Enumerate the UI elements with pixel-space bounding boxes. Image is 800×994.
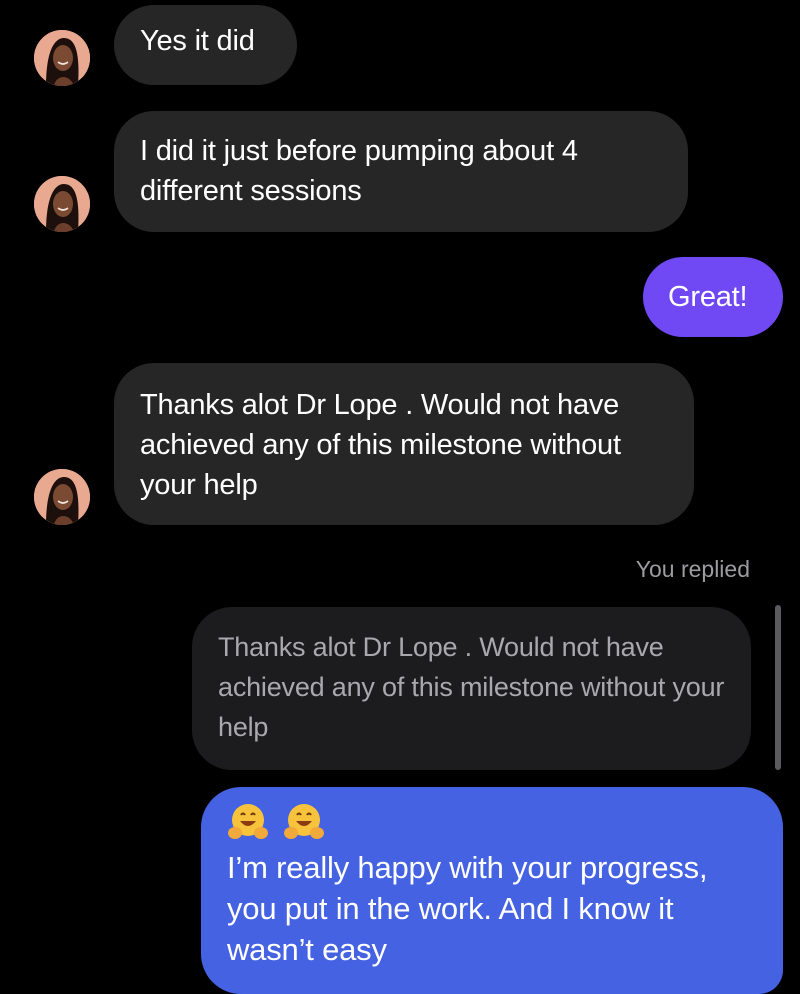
message-text: Yes it did <box>140 25 255 57</box>
profile-photo-icon <box>34 176 90 232</box>
profile-photo-icon <box>34 30 90 86</box>
incoming-message[interactable]: Thanks alot Dr Lope . Would not have ach… <box>114 363 694 525</box>
profile-photo-icon <box>34 469 90 525</box>
message-text: Great! <box>668 281 748 313</box>
sender-avatar[interactable] <box>34 469 90 525</box>
outgoing-message[interactable]: Great! <box>643 257 783 337</box>
hugging-face-emoji-icon <box>228 804 268 839</box>
scrollbar[interactable] <box>775 605 781 770</box>
chat-thread: Yes it did I did it just before pumping … <box>0 0 800 994</box>
message-text: I did it just before pumping about 4 dif… <box>140 135 578 207</box>
outgoing-reply-message[interactable]: I’m really happy with your progress, you… <box>201 787 783 994</box>
incoming-message[interactable]: I did it just before pumping about 4 dif… <box>114 111 688 232</box>
sender-avatar[interactable] <box>34 176 90 232</box>
quoted-message[interactable]: Thanks alot Dr Lope . Would not have ach… <box>192 607 751 770</box>
message-text: I’m really happy with your progress, you… <box>227 850 708 967</box>
reply-label: You replied <box>635 556 750 582</box>
sender-avatar[interactable] <box>34 30 90 86</box>
hugging-face-emoji-icon <box>284 804 325 839</box>
quoted-text: Thanks alot Dr Lope . Would not have ach… <box>218 632 725 742</box>
incoming-message[interactable]: Yes it did <box>114 5 297 85</box>
emoji-row <box>227 801 757 845</box>
message-text: Thanks alot Dr Lope . Would not have ach… <box>140 389 621 501</box>
